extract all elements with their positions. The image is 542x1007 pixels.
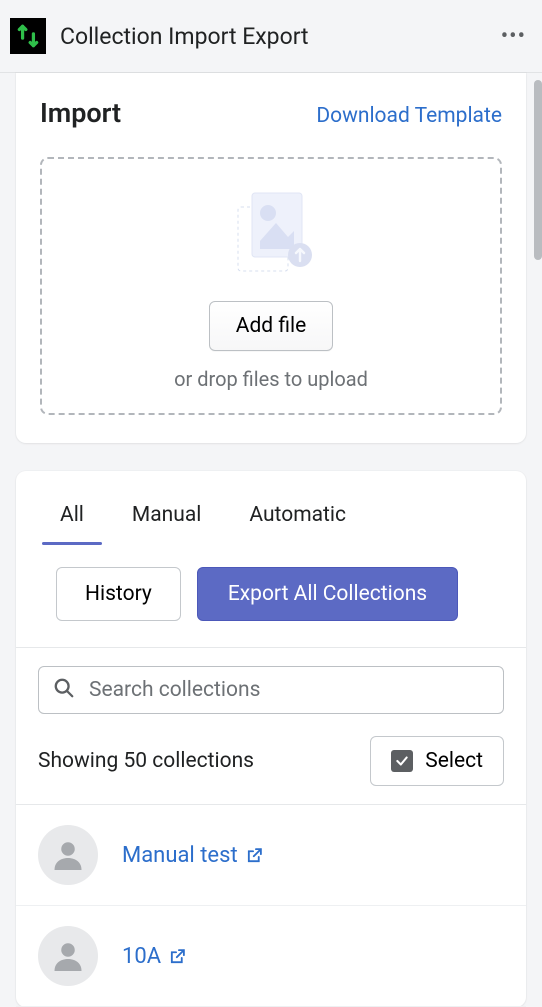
collection-link[interactable]: Manual test [122, 843, 263, 868]
tab-automatic[interactable]: Automatic [225, 491, 370, 545]
collection-link[interactable]: 10A [122, 944, 186, 969]
select-toggle-button[interactable]: Select [370, 736, 504, 786]
export-all-button[interactable]: Export All Collections [197, 567, 458, 621]
showing-count: Showing 50 collections [38, 749, 254, 773]
list-item[interactable]: 10A [16, 906, 526, 1007]
upload-illustration-icon [226, 185, 316, 285]
download-template-link[interactable]: Download Template [316, 104, 502, 128]
collection-name: 10A [122, 944, 161, 969]
dropzone-hint: or drop files to upload [174, 367, 368, 391]
app-header: Collection Import Export ••• [0, 0, 542, 73]
list-item[interactable]: Manual test [16, 805, 526, 906]
file-dropzone[interactable]: Add file or drop files to upload [40, 157, 502, 415]
export-action-row: History Export All Collections [16, 545, 526, 647]
select-label: Select [425, 749, 483, 773]
import-card-header: Import Download Template [40, 97, 502, 129]
app-title: Collection Import Export [60, 23, 309, 50]
checkbox-icon [391, 750, 413, 772]
scrollbar-thumb[interactable] [534, 80, 542, 260]
header-left-group: Collection Import Export [10, 18, 309, 54]
tab-all[interactable]: All [36, 491, 108, 545]
history-button[interactable]: History [56, 567, 181, 621]
search-box[interactable] [38, 666, 504, 714]
external-link-icon [246, 847, 263, 864]
collection-filter-tabs: All Manual Automatic [16, 491, 526, 545]
external-link-icon [169, 948, 186, 965]
import-title: Import [40, 97, 121, 129]
avatar-icon [38, 825, 98, 885]
import-card: Import Download Template Add file or dro… [16, 73, 526, 443]
export-card: All Manual Automatic History Export All … [16, 471, 526, 1007]
more-menu-icon[interactable]: ••• [501, 24, 526, 49]
search-icon [53, 677, 75, 703]
results-summary-row: Showing 50 collections Select [16, 714, 526, 804]
app-logo-icon [10, 18, 46, 54]
tab-manual[interactable]: Manual [108, 491, 225, 545]
search-input[interactable] [89, 678, 489, 702]
collection-name: Manual test [122, 843, 238, 868]
search-section [16, 647, 526, 714]
collection-list: Manual test 10A [16, 804, 526, 1007]
add-file-button[interactable]: Add file [209, 301, 333, 351]
avatar-icon [38, 926, 98, 986]
